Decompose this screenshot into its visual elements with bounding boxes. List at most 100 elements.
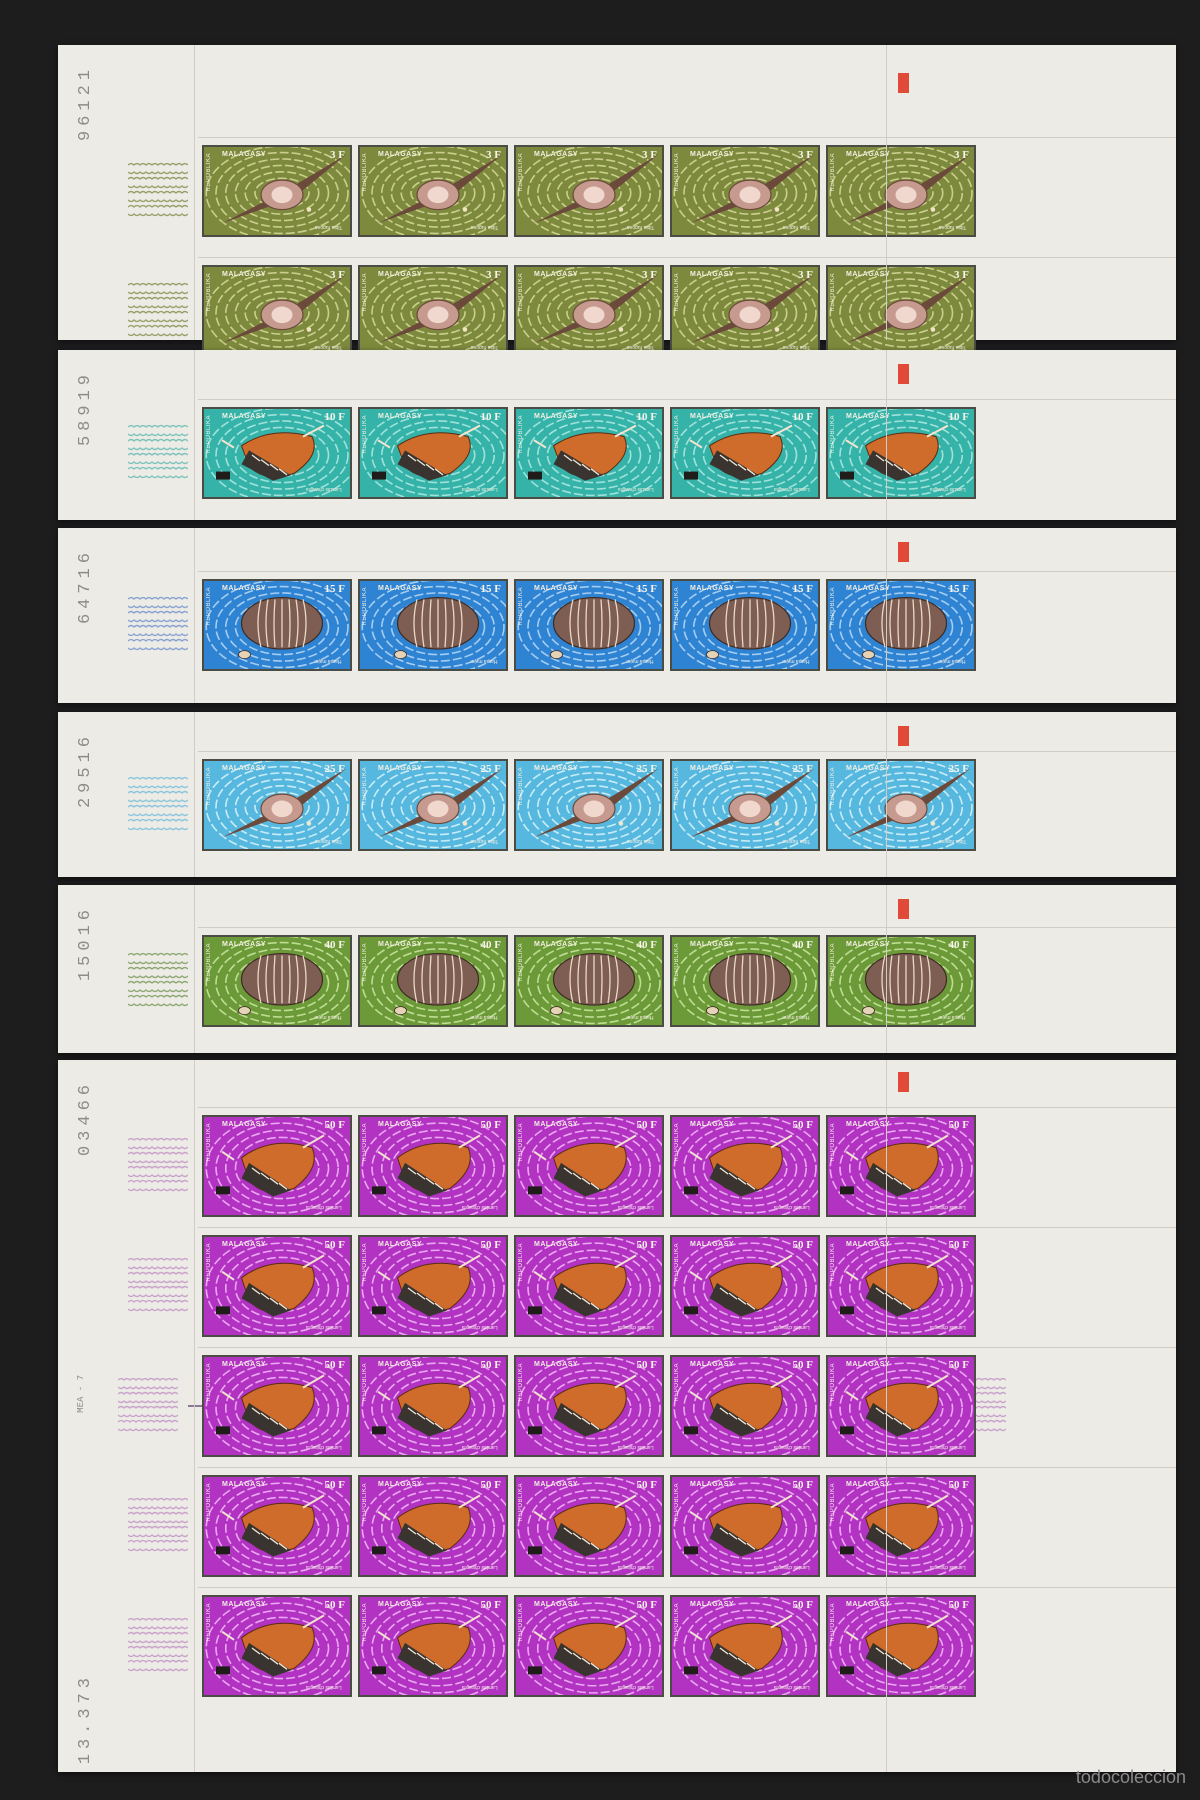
species-caption: Lambis chiragra [930,1444,966,1450]
species-caption: Harpa major [314,1014,342,1020]
stamp: MALAGASYREPOBLIKA50 FLambis chiragraBequ… [670,1235,820,1337]
stamp: MALAGASYREPOBLIKA50 FLambis chiragraBequ… [670,1475,820,1577]
country-label: MALAGASY [222,271,267,278]
stamp: MALAGASYREPOBLIKA50 FLambis chiragraBequ… [514,1235,664,1337]
species-caption: Lambis chiragra [462,1204,498,1210]
denomination: 50 F [324,1599,345,1611]
country-label: MALAGASY [378,585,423,592]
side-label: REPOBLIKA [830,153,836,192]
margin-plate-block [127,161,189,221]
species-caption: Lambis chiragra [306,486,342,492]
country-label: MALAGASY [222,941,267,948]
denomination: 50 F [792,1239,813,1251]
stamp: MALAGASYREPOBLIKA3 FTibia rugosaBequet [358,145,508,237]
species-caption: Lambis chiragra [930,486,966,492]
sheet-serial-number: 96121 [76,65,95,142]
species-caption: Harpa major [470,658,498,664]
species-caption: Lambis chiragra [306,1564,342,1570]
stamp: MALAGASYREPOBLIKA50 FLambis chiragraBequ… [202,1355,352,1457]
side-label: REPOBLIKA [674,587,680,626]
country-label: MALAGASY [690,1481,735,1488]
conch-shell-icon [360,1117,506,1215]
stamp: MALAGASYREPOBLIKA50 FLambis chiragraBequ… [358,1595,508,1697]
side-label: REPOBLIKA [206,587,212,626]
denomination: 3 F [798,269,813,281]
stamp: MALAGASYREPOBLIKA3 FTibia rugosaBequet [202,145,352,237]
stamp: MALAGASYREPOBLIKA40 FHarpa majorBequet [826,935,976,1027]
denomination: 25 F [948,763,969,775]
country-label: MALAGASY [846,1601,891,1608]
species-caption: Tibia rugosa [470,838,498,844]
bottom-mark: todocoleccion [1075,1767,1186,1787]
colour-control-mark [898,899,909,919]
sheet-counter-number: 13.373 [76,1672,95,1764]
species-caption: Lambis chiragra [462,1564,498,1570]
country-label: MALAGASY [378,1361,423,1368]
species-caption: Lambis chiragra [618,1204,654,1210]
species-caption: Lambis chiragra [618,1684,654,1690]
species-caption: Lambis chiragra [774,1204,810,1210]
stamp: MALAGASYREPOBLIKA25 FTibia rugosaBequet [670,759,820,851]
margin-plate-block [127,1256,189,1316]
denomination: 15 F [480,583,501,595]
country-label: MALAGASY [222,1361,267,1368]
denomination: 40 F [480,939,501,951]
country-label: MALAGASY [846,1481,891,1488]
side-label: REPOBLIKA [518,415,524,454]
conch-shell-icon [828,1597,974,1695]
species-caption: Tibia rugosa [782,224,810,230]
side-label: REPOBLIKA [518,943,524,982]
denomination: 3 F [642,269,657,281]
species-caption: Tibia rugosa [782,838,810,844]
species-caption: Lambis chiragra [774,1444,810,1450]
species-caption: Harpa major [314,658,342,664]
side-label: REPOBLIKA [362,273,368,312]
stamp: MALAGASYREPOBLIKA40 FHarpa majorBequet [670,935,820,1027]
denomination: 40 F [324,939,345,951]
country-label: MALAGASY [534,1481,579,1488]
country-label: MALAGASY [846,941,891,948]
species-caption: Harpa major [782,1014,810,1020]
denomination: 50 F [324,1479,345,1491]
conch-shell-icon [204,1237,350,1335]
margin-plate-block [127,1136,189,1196]
country-label: MALAGASY [534,1601,579,1608]
denomination: 50 F [636,1239,657,1251]
side-label: REPOBLIKA [518,273,524,312]
side-label: REPOBLIKA [674,273,680,312]
side-label: REPOBLIKA [674,415,680,454]
species-caption: Lambis chiragra [930,1324,966,1330]
stamp: MALAGASYREPOBLIKA50 FLambis chiragraBequ… [514,1595,664,1697]
country-label: MALAGASY [378,1121,423,1128]
denomination: 50 F [636,1119,657,1131]
country-label: MALAGASY [378,1241,423,1248]
side-label: REPOBLIKA [362,153,368,192]
country-label: MALAGASY [534,1121,579,1128]
species-caption: Tibia rugosa [938,224,966,230]
country-label: MALAGASY [534,271,579,278]
side-label: REPOBLIKA [206,1363,212,1402]
sheet-serial-number: 58919 [76,370,95,447]
stamp: MALAGASYREPOBLIKA10 FLambis chiragraBequ… [514,407,664,499]
side-label: REPOBLIKA [830,1123,836,1162]
side-label: REPOBLIKA [830,1483,836,1522]
country-label: MALAGASY [378,941,423,948]
country-label: MALAGASY [690,1121,735,1128]
country-label: MALAGASY [846,1241,891,1248]
denomination: 10 F [636,411,657,423]
side-label: REPOBLIKA [206,153,212,192]
side-label: REPOBLIKA [362,1483,368,1522]
side-label: REPOBLIKA [206,1123,212,1162]
stamp: MALAGASYREPOBLIKA3 FTibia rugosaBequet [670,265,820,357]
species-caption: Lambis chiragra [618,1324,654,1330]
denomination: 15 F [324,583,345,595]
species-caption: Lambis chiragra [462,1324,498,1330]
species-caption: Harpa major [470,1014,498,1020]
species-caption: Tibia rugosa [938,838,966,844]
country-label: MALAGASY [222,1481,267,1488]
conch-shell-icon [672,1117,818,1215]
denomination: 50 F [948,1599,969,1611]
stamp-sheet: 29516MALAGASYREPOBLIKA25 FTibia rugosaBe… [58,712,1176,877]
stamp: MALAGASYREPOBLIKA10 FLambis chiragraBequ… [826,407,976,499]
conch-shell-icon [828,1477,974,1575]
